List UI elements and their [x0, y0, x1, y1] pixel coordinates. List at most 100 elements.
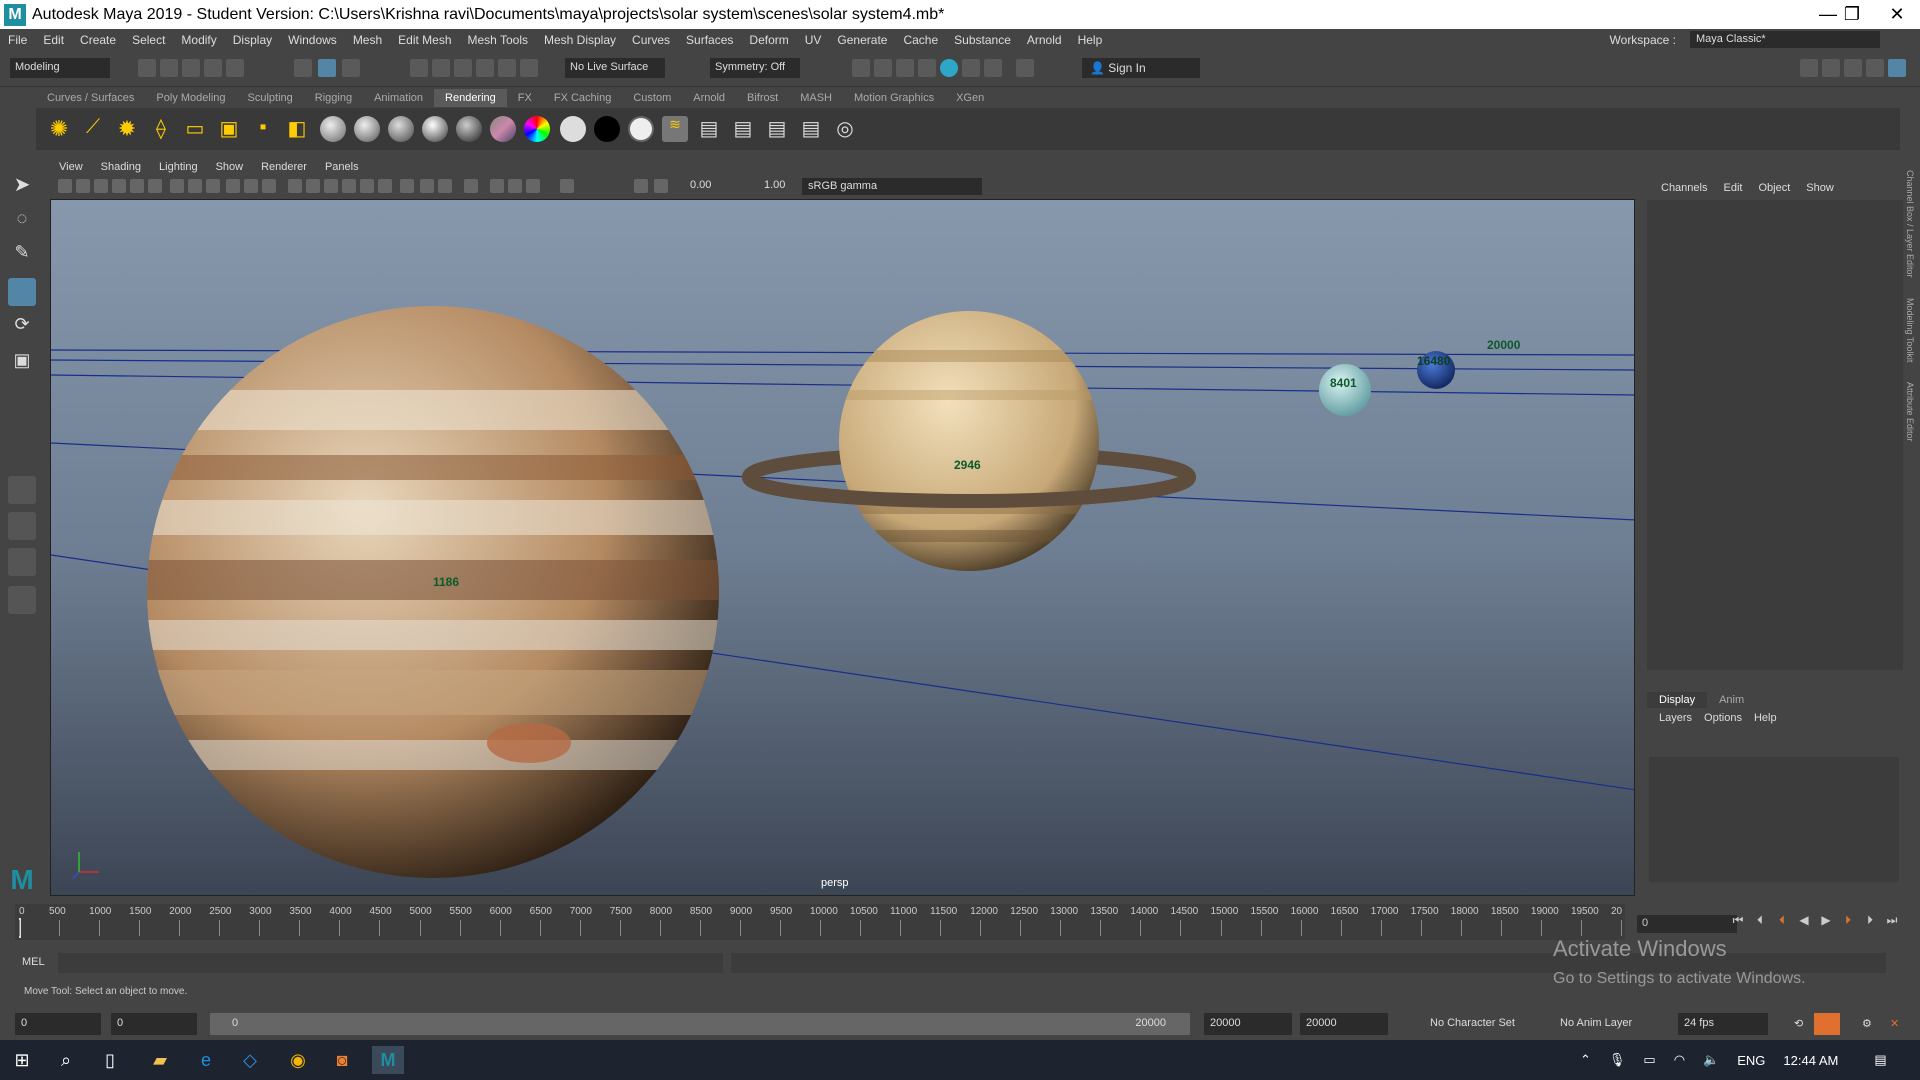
render-frame-icon[interactable]: [874, 59, 892, 77]
camera-attributes-icon[interactable]: [76, 179, 90, 193]
color-space-dropdown[interactable]: sRGB gamma: [802, 178, 982, 195]
lambert-material-icon[interactable]: [320, 116, 346, 142]
menu-set-dropdown[interactable]: Modeling: [10, 58, 110, 78]
select-tool-icon[interactable]: ➤: [8, 172, 36, 200]
open-scene-icon[interactable]: [160, 59, 178, 77]
hypershade-icon[interactable]: [940, 59, 958, 77]
render-settings-icon[interactable]: [918, 59, 936, 77]
menu-surfaces[interactable]: Surfaces: [678, 33, 741, 47]
viewport-menu-renderer[interactable]: Renderer: [252, 161, 316, 173]
time-slider[interactable]: 0 500 1000 1500 2000 2500 3000 3500 4000 4500 5000…: [15, 904, 1625, 940]
menu-cache[interactable]: Cache: [895, 33, 946, 47]
menu-file[interactable]: File: [0, 33, 35, 47]
command-input[interactable]: [58, 953, 723, 973]
shadows-icon[interactable]: [378, 179, 392, 193]
select-by-object-icon[interactable]: [318, 59, 336, 77]
end-time-field[interactable]: 20000: [1300, 1013, 1388, 1035]
menu-edit[interactable]: Edit: [35, 33, 72, 47]
edge-browser-icon[interactable]: e: [190, 1046, 222, 1074]
snap-view-plane-icon[interactable]: [476, 59, 494, 77]
shelf-tab-mash[interactable]: MASH: [789, 92, 843, 104]
grease-pencil-icon[interactable]: [148, 179, 162, 193]
toggle-tool-settings-icon[interactable]: [1844, 59, 1862, 77]
chrome-icon[interactable]: ◉: [282, 1046, 314, 1074]
menu-modify[interactable]: Modify: [173, 33, 224, 47]
default-material-icon[interactable]: [324, 179, 338, 193]
toggle-channel-box-icon[interactable]: [1866, 59, 1884, 77]
toggle-modeling-toolkit-icon[interactable]: [1800, 59, 1818, 77]
layer-menu-layers[interactable]: Layers: [1653, 712, 1698, 724]
anti-aliasing-icon[interactable]: [438, 179, 452, 193]
use-background-icon[interactable]: [594, 116, 620, 142]
xray-joints-icon[interactable]: [508, 179, 522, 193]
pause-viewport-icon[interactable]: [1016, 59, 1034, 77]
rotate-tool-icon[interactable]: ⟳: [8, 314, 36, 342]
area-light-icon[interactable]: ▭: [182, 116, 208, 142]
shelf-tab-custom[interactable]: Custom: [622, 92, 682, 104]
shelf-tab-fx[interactable]: FX: [507, 92, 543, 104]
channel-box-menu-edit[interactable]: Edit: [1715, 182, 1750, 194]
character-set-dropdown[interactable]: No Character Set: [1424, 1013, 1524, 1035]
two-view-layout-icon[interactable]: [8, 548, 36, 576]
bookmark-icon[interactable]: [94, 179, 108, 193]
ipr-render-icon[interactable]: [896, 59, 914, 77]
exposure-field[interactable]: 0.00: [690, 179, 711, 191]
menu-mesh-display[interactable]: Mesh Display: [536, 33, 624, 47]
workspace-selector[interactable]: Workspace : Maya Classic*: [1602, 31, 1880, 48]
2d-pan-zoom-icon[interactable]: [130, 179, 144, 193]
phonge-material-icon[interactable]: [422, 116, 448, 142]
viewport-menu-lighting[interactable]: Lighting: [150, 161, 207, 173]
menu-windows[interactable]: Windows: [280, 33, 345, 47]
spot-light-icon[interactable]: ⟠: [148, 116, 174, 142]
wifi-icon[interactable]: ◠: [1674, 1052, 1685, 1068]
step-forward-frame-icon[interactable]: ⏵: [1840, 913, 1856, 929]
textured-icon[interactable]: [342, 179, 356, 193]
step-back-frame-icon[interactable]: ⏴: [1774, 913, 1790, 929]
fps-dropdown[interactable]: 24 fps: [1678, 1013, 1768, 1035]
play-backwards-icon[interactable]: ◀: [1796, 913, 1812, 929]
viewport-menu-panels[interactable]: Panels: [316, 161, 368, 173]
render-settings-shelf-icon[interactable]: ≋: [662, 116, 688, 142]
viewport-menu-shading[interactable]: Shading: [92, 161, 150, 173]
sign-in-button[interactable]: 👤 Sign In: [1082, 58, 1200, 78]
hypershade-shelf-icon[interactable]: ◎: [832, 116, 858, 142]
ambient-occlusion-icon[interactable]: [400, 179, 414, 193]
settings-icon[interactable]: ✕: [1884, 1013, 1906, 1035]
xray-components-icon[interactable]: [526, 179, 540, 193]
isolate-select-icon[interactable]: [464, 179, 478, 193]
language-indicator[interactable]: ENG: [1737, 1053, 1765, 1068]
camera-select-icon[interactable]: [58, 179, 72, 193]
windows-start-icon[interactable]: ⊞: [6, 1046, 38, 1074]
ramp-shader-icon[interactable]: [524, 116, 550, 142]
lasso-tool-icon[interactable]: ◌: [8, 208, 36, 236]
snap-live-icon[interactable]: [498, 59, 516, 77]
layered-shader-icon[interactable]: [490, 116, 516, 142]
menu-uv[interactable]: UV: [797, 33, 830, 47]
go-to-end-icon[interactable]: ⏭: [1884, 913, 1900, 929]
move-tool-icon[interactable]: [8, 278, 36, 306]
shelf-tab-animation[interactable]: Animation: [363, 92, 434, 104]
channel-box-menu-channels[interactable]: Channels: [1653, 182, 1715, 194]
menu-deform[interactable]: Deform: [741, 33, 796, 47]
layer-menu-options[interactable]: Options: [1698, 712, 1748, 724]
smooth-shade-icon[interactable]: [306, 179, 320, 193]
anim-prefs-icon[interactable]: ⚙: [1856, 1013, 1878, 1035]
show-hidden-icons-icon[interactable]: ⌃: [1580, 1052, 1591, 1068]
render-sequence-icon[interactable]: ▤: [798, 116, 824, 142]
volume-light-icon[interactable]: ▣: [216, 116, 242, 142]
play-forwards-icon[interactable]: ▶: [1818, 913, 1834, 929]
maya-taskbar-icon[interactable]: M: [372, 1046, 404, 1074]
shelf-tab-curves-surfaces[interactable]: Curves / Surfaces: [36, 92, 145, 104]
scale-tool-icon[interactable]: ▣: [8, 350, 36, 378]
safe-action-icon[interactable]: [262, 179, 276, 193]
shading-map-icon[interactable]: [628, 116, 654, 142]
start-time-field[interactable]: 0: [15, 1013, 101, 1035]
shelf-tab-sculpting[interactable]: Sculpting: [237, 92, 304, 104]
light-linker-icon[interactable]: ▪: [250, 116, 276, 142]
point-light-icon[interactable]: ✹: [114, 116, 140, 142]
range-slider[interactable]: 0 20000: [210, 1013, 1190, 1035]
side-tab-channel-box-layer-editor[interactable]: Channel Box / Layer Editor: [1905, 170, 1915, 278]
shelf-tab-fx-caching[interactable]: FX Caching: [543, 92, 622, 104]
single-perspective-layout-icon[interactable]: [8, 476, 36, 504]
viewport-menu-show[interactable]: Show: [207, 161, 253, 173]
